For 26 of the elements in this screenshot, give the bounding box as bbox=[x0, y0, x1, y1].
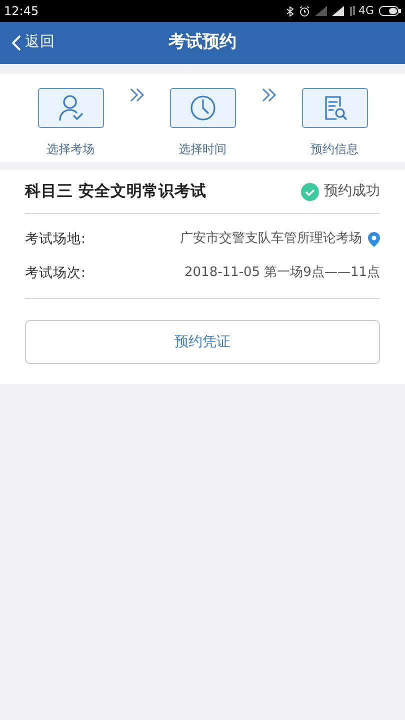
booking-title: 科目三 安全文明常识考试 bbox=[25, 180, 206, 202]
step-label: 选择时间 bbox=[178, 141, 226, 158]
signal-icon bbox=[315, 6, 328, 16]
alarm-icon bbox=[299, 6, 310, 16]
signal-icon bbox=[332, 6, 344, 16]
step-label: 预约信息 bbox=[310, 141, 358, 158]
field-value: 广安市交警支队车管所理论考场 bbox=[180, 230, 362, 248]
double-chevron-icon bbox=[128, 88, 144, 102]
clock-icon bbox=[190, 95, 216, 121]
location-pin-icon[interactable] bbox=[368, 232, 380, 246]
field-label: 考试场地: bbox=[25, 230, 86, 249]
page-title: 考试预约 bbox=[168, 31, 236, 54]
field-label: 考试场次: bbox=[25, 264, 86, 283]
check-circle-icon bbox=[301, 182, 319, 200]
network-type: 4G bbox=[358, 2, 374, 19]
person-icon bbox=[58, 94, 84, 122]
back-button[interactable]: 返回 bbox=[0, 32, 55, 54]
voucher-button[interactable]: 预约凭证 bbox=[25, 320, 380, 364]
bluetooth-icon bbox=[286, 6, 294, 16]
back-icon bbox=[12, 35, 21, 51]
booking-status: 预约成功 bbox=[324, 182, 380, 201]
field-value: 2018-11-05 第一场9点——11点 bbox=[184, 264, 380, 282]
step-label: 选择考场 bbox=[46, 141, 94, 158]
status-time: 12:45 bbox=[4, 3, 39, 20]
double-chevron-icon bbox=[260, 88, 276, 102]
battery-icon bbox=[379, 6, 401, 16]
